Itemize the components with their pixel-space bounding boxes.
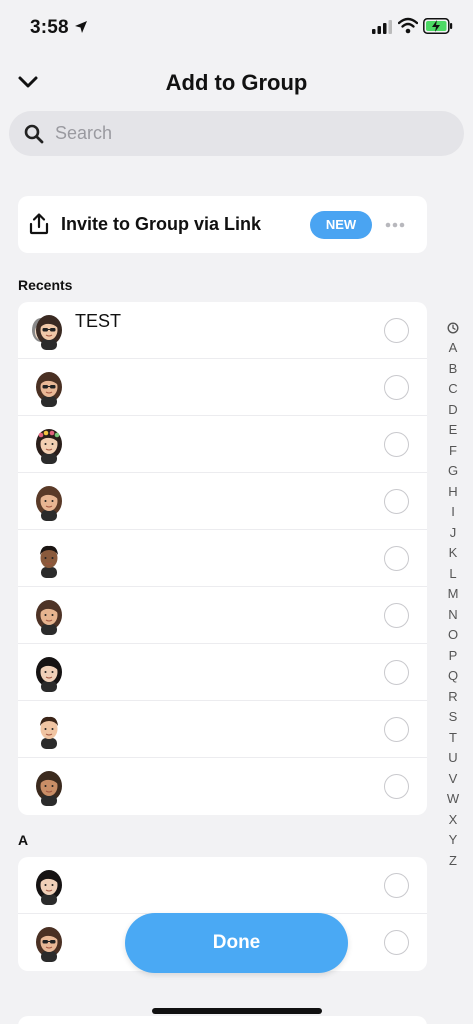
select-radio[interactable] <box>384 930 409 955</box>
index-letter[interactable]: D <box>442 400 464 421</box>
avatar <box>36 600 62 635</box>
done-button[interactable]: Done <box>125 913 348 973</box>
index-letter[interactable]: G <box>442 461 464 482</box>
status-time: 3:58 <box>30 17 69 38</box>
cellular-signal-icon <box>372 20 392 34</box>
section-header-recents: Recents <box>18 277 73 293</box>
index-letter[interactable]: Q <box>442 666 464 687</box>
index-letter[interactable]: F <box>442 441 464 462</box>
index-letter[interactable]: E <box>442 420 464 441</box>
list-item[interactable]: TEST <box>18 302 427 359</box>
index-letter[interactable]: N <box>442 605 464 626</box>
select-radio[interactable] <box>384 717 409 742</box>
select-radio[interactable] <box>384 318 409 343</box>
index-letter[interactable]: S <box>442 707 464 728</box>
contact-name: TEST <box>75 311 122 331</box>
index-letter[interactable]: K <box>442 543 464 564</box>
search-input[interactable] <box>55 111 435 156</box>
select-radio[interactable] <box>384 660 409 685</box>
select-radio[interactable] <box>384 546 409 571</box>
more-options-icon[interactable] <box>384 215 406 235</box>
alphabet-index[interactable]: ABCDEFGHIJKLMNOPQRSTUVWXYZ <box>442 318 464 871</box>
index-letter[interactable]: Z <box>442 851 464 872</box>
invite-label: Invite to Group via Link <box>61 214 262 234</box>
list-item[interactable] <box>18 416 427 473</box>
list-item[interactable] <box>18 857 427 914</box>
avatar <box>36 870 62 905</box>
header: Add to Group <box>0 60 473 108</box>
list-item <box>18 1016 427 1024</box>
list-item[interactable] <box>18 473 427 530</box>
avatar <box>36 372 62 407</box>
avatar <box>40 545 58 578</box>
avatar <box>40 716 58 749</box>
list-item[interactable] <box>18 644 427 701</box>
avatar <box>36 927 62 962</box>
index-letter[interactable]: B <box>442 359 464 380</box>
index-letter[interactable]: U <box>442 748 464 769</box>
avatar <box>36 657 62 692</box>
section-header-a: A <box>18 832 29 848</box>
avatar <box>36 486 62 521</box>
home-indicator <box>152 1008 322 1014</box>
index-letter[interactable]: R <box>442 687 464 708</box>
index-letter[interactable]: A <box>442 338 464 359</box>
index-letter[interactable]: O <box>442 625 464 646</box>
index-letter[interactable]: M <box>442 584 464 605</box>
index-letter[interactable]: I <box>442 502 464 523</box>
index-letter[interactable]: H <box>442 482 464 503</box>
clock-icon[interactable] <box>447 322 459 334</box>
location-arrow-icon <box>75 21 87 33</box>
new-badge: NEW <box>310 211 372 239</box>
list-item[interactable] <box>18 530 427 587</box>
select-radio[interactable] <box>384 489 409 514</box>
battery-charging-icon <box>423 18 453 34</box>
recents-list: TEST <box>18 302 427 815</box>
invite-via-link-card[interactable]: Invite to Group via Link NEW <box>18 196 427 253</box>
list-item[interactable] <box>18 359 427 416</box>
avatar <box>36 429 62 464</box>
select-radio[interactable] <box>384 603 409 628</box>
list-item[interactable] <box>18 587 427 644</box>
select-radio[interactable] <box>384 774 409 799</box>
index-letter[interactable]: T <box>442 728 464 749</box>
search-bar[interactable] <box>9 111 464 156</box>
index-letter[interactable]: X <box>442 810 464 831</box>
list-item[interactable] <box>18 758 427 815</box>
search-icon <box>24 124 44 144</box>
group-avatar <box>32 315 62 350</box>
page-title: Add to Group <box>165 70 308 95</box>
select-radio[interactable] <box>384 873 409 898</box>
index-letter[interactable]: V <box>442 769 464 790</box>
index-letter[interactable]: W <box>442 789 464 810</box>
select-radio[interactable] <box>384 375 409 400</box>
index-letter[interactable]: P <box>442 646 464 667</box>
share-icon <box>29 213 49 235</box>
select-radio[interactable] <box>384 432 409 457</box>
avatar <box>36 771 62 806</box>
index-letter[interactable]: J <box>442 523 464 544</box>
index-letter[interactable]: L <box>442 564 464 585</box>
list-item[interactable] <box>18 701 427 758</box>
index-letter[interactable]: C <box>442 379 464 400</box>
status-bar: 3:58 <box>0 0 473 56</box>
index-letter[interactable]: Y <box>442 830 464 851</box>
wifi-icon <box>398 17 418 34</box>
